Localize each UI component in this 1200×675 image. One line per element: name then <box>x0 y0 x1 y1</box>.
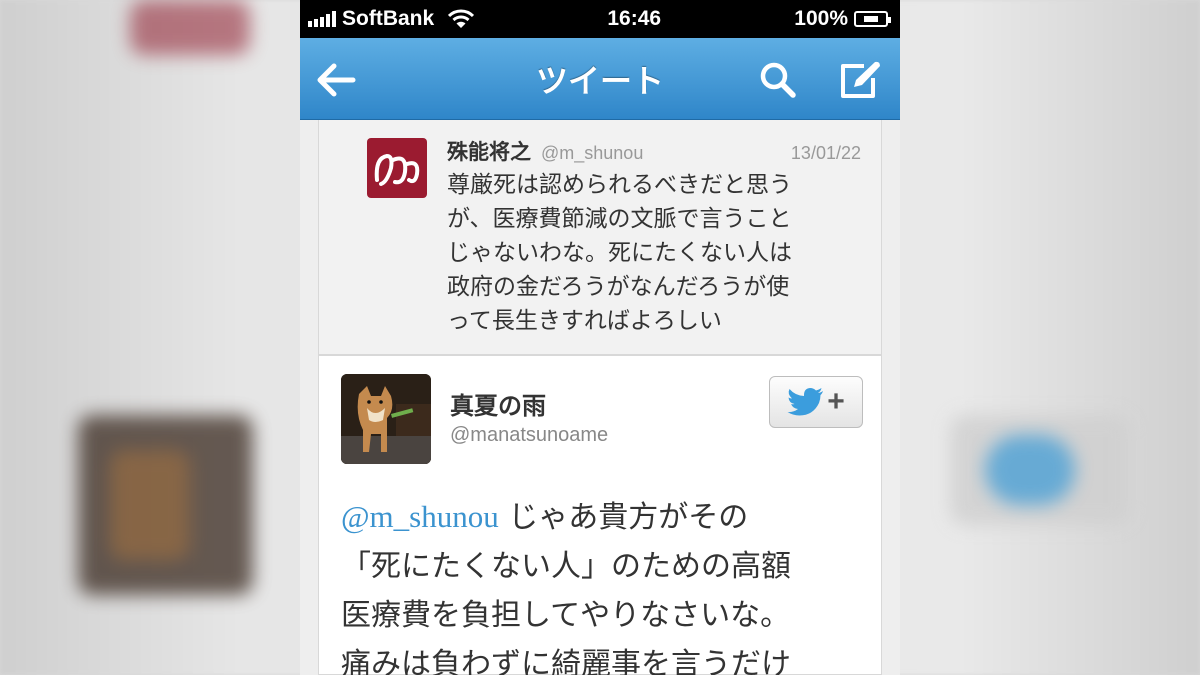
text-line: 痛みは負わずに綺麗事を言うだけ <box>341 647 791 675</box>
carrier-label: SoftBank <box>342 7 435 30</box>
quoted-tweet[interactable]: 殊能将之 @m_shunou 13/01/22 尊厳死は認められるべきだと思う … <box>318 120 882 355</box>
quoted-author-name[interactable]: 殊能将之 <box>447 136 531 166</box>
blurred-bird <box>985 435 1075 505</box>
text-line: @m_shunou じゃあ貴方がその <box>341 492 861 542</box>
text-line: 政府の金だろうがなんだろうが使 <box>447 274 790 300</box>
logo-icon <box>374 153 420 186</box>
battery-percent: 100% <box>794 7 848 30</box>
text-line: 尊厳死は認められるべきだと思う <box>447 172 792 198</box>
wifi-icon <box>448 9 475 28</box>
author-name[interactable]: 真夏の雨 <box>450 386 546 421</box>
text-line: 医療費を負担してやりなさいな。 <box>341 598 791 633</box>
phone-screen: SoftBank 16:46 100% ツイート 殊能将之 @m_shunou … <box>300 0 900 675</box>
author-handle[interactable]: @manatsunoame <box>450 424 608 447</box>
twitter-follow-icon <box>787 388 824 416</box>
back-button[interactable] <box>314 58 358 102</box>
text-line-rest: じゃあ貴方がその <box>498 500 749 535</box>
compose-button[interactable] <box>838 58 882 102</box>
tweet-detail: 殊能将之 @m_shunou 13/01/22 尊厳死は認められるべきだと思う … <box>300 120 900 675</box>
mention-link[interactable]: @m_shunou <box>341 499 499 534</box>
follow-button[interactable]: + <box>769 376 863 428</box>
page-title: ツイート <box>535 61 664 100</box>
text-line: じゃないわな。死にたくない人は <box>447 240 792 266</box>
tweet-text: @m_shunou じゃあ貴方がその 「死にたくない人」のための高額 医療費を負… <box>341 492 861 675</box>
text-line: が、医療費節減の文脈で言うこと <box>447 206 792 232</box>
search-icon <box>760 62 796 98</box>
blurred-photo-detail <box>110 450 190 560</box>
signal-icon <box>308 11 336 27</box>
avatar[interactable] <box>341 374 431 464</box>
blurred-logo <box>130 0 250 55</box>
search-button[interactable] <box>756 58 800 102</box>
text-line: 「死にたくない人」のための高額 <box>341 549 791 584</box>
avatar[interactable] <box>367 138 427 198</box>
main-tweet: 真夏の雨 @manatsunoame + @m_shunou じゃあ貴方がその … <box>318 355 882 675</box>
text-line: って長生きすればよろしい <box>447 308 722 334</box>
quoted-tweet-date: 13/01/22 <box>790 143 861 163</box>
back-arrow-icon <box>317 63 356 97</box>
follow-plus: + <box>827 385 845 418</box>
dog-photo <box>341 374 431 464</box>
navigation-bar: ツイート <box>300 38 900 120</box>
clock: 16:46 <box>607 7 662 30</box>
quoted-tweet-text: 尊厳死は認められるべきだと思う が、医療費節減の文脈で言うこと じゃないわな。死… <box>447 168 847 338</box>
compose-icon <box>841 61 880 98</box>
status-bar: SoftBank 16:46 100% <box>300 0 900 38</box>
quoted-author-handle[interactable]: @m_shunou <box>541 143 643 164</box>
battery-icon <box>854 11 891 27</box>
